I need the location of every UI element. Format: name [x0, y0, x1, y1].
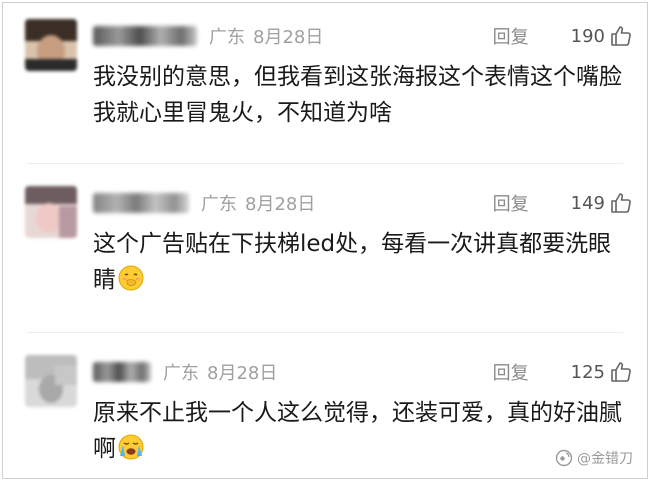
comment-actions: 回复 125 [493, 359, 633, 385]
comment-body: 原来不止我一个人这么觉得，还装可爱，真的好油腻啊 [93, 395, 633, 467]
date-label: 8月28日 [253, 27, 324, 48]
comment-item: 广东 8月28日 回复 125 原来不止我一个人这么觉得，还装可爱，真的好油腻啊 [25, 355, 633, 475]
avatar[interactable] [25, 19, 77, 71]
reply-button[interactable]: 回复 [493, 23, 529, 49]
comment-item: 广东 8月28日 回复 149 这个广告贴在下扶梯led处，每看一次讲真都要洗眼… [25, 186, 633, 306]
username-redacted[interactable] [93, 362, 151, 382]
avatar[interactable] [25, 186, 77, 238]
comment-list: 广东 8月28日 回复 190 我没别的意思，但我看到这张海报这个表情这个嘴脸我… [2, 2, 648, 479]
thumbs-up-icon[interactable] [609, 24, 633, 48]
comment-actions: 回复 190 [493, 23, 633, 49]
region-label: 广东 [209, 27, 245, 48]
reply-button[interactable]: 回复 [493, 190, 529, 216]
comment-actions: 回复 149 [493, 190, 633, 216]
username-redacted[interactable] [93, 193, 189, 213]
watermark-text: @金错刀 [577, 451, 633, 467]
comment-item: 广东 8月28日 回复 190 我没别的意思，但我看到这张海报这个表情这个嘴脸我… [25, 19, 633, 139]
username-redacted[interactable] [93, 26, 197, 46]
like-count: 190 [570, 25, 605, 47]
comment-meta: 广东 8月28日 [93, 23, 323, 49]
avatar[interactable] [25, 355, 77, 407]
region-label: 广东 [201, 194, 237, 215]
watermark: @金错刀 [555, 448, 633, 468]
comment-meta: 广东 8月28日 [93, 190, 315, 216]
thumbs-up-icon[interactable] [609, 360, 633, 384]
date-label: 8月28日 [245, 194, 316, 215]
comment-body: 这个广告贴在下扶梯led处，每看一次讲真都要洗眼睛 [93, 226, 633, 298]
divider [27, 332, 623, 333]
region-label: 广东 [163, 363, 199, 384]
like-count: 125 [570, 361, 605, 383]
loudly-crying-face-icon [118, 434, 144, 460]
thumbs-up-icon[interactable] [609, 191, 633, 215]
divider [27, 163, 623, 164]
like-count: 149 [570, 192, 605, 214]
comment-text: 我没别的意思，但我看到这张海报这个表情这个嘴脸我就心里冒鬼火，不知道为啥 [93, 64, 622, 126]
comment-meta: 广东 8月28日 [93, 359, 277, 385]
date-label: 8月28日 [207, 363, 278, 384]
comment-text: 这个广告贴在下扶梯led处，每看一次讲真都要洗眼睛 [93, 231, 612, 293]
reply-button[interactable]: 回复 [493, 359, 529, 385]
weibo-logo-icon [555, 449, 573, 467]
comment-text: 原来不止我一个人这么觉得，还装可爱，真的好油腻啊 [93, 400, 622, 462]
face-with-hand-over-mouth-icon [118, 265, 144, 291]
